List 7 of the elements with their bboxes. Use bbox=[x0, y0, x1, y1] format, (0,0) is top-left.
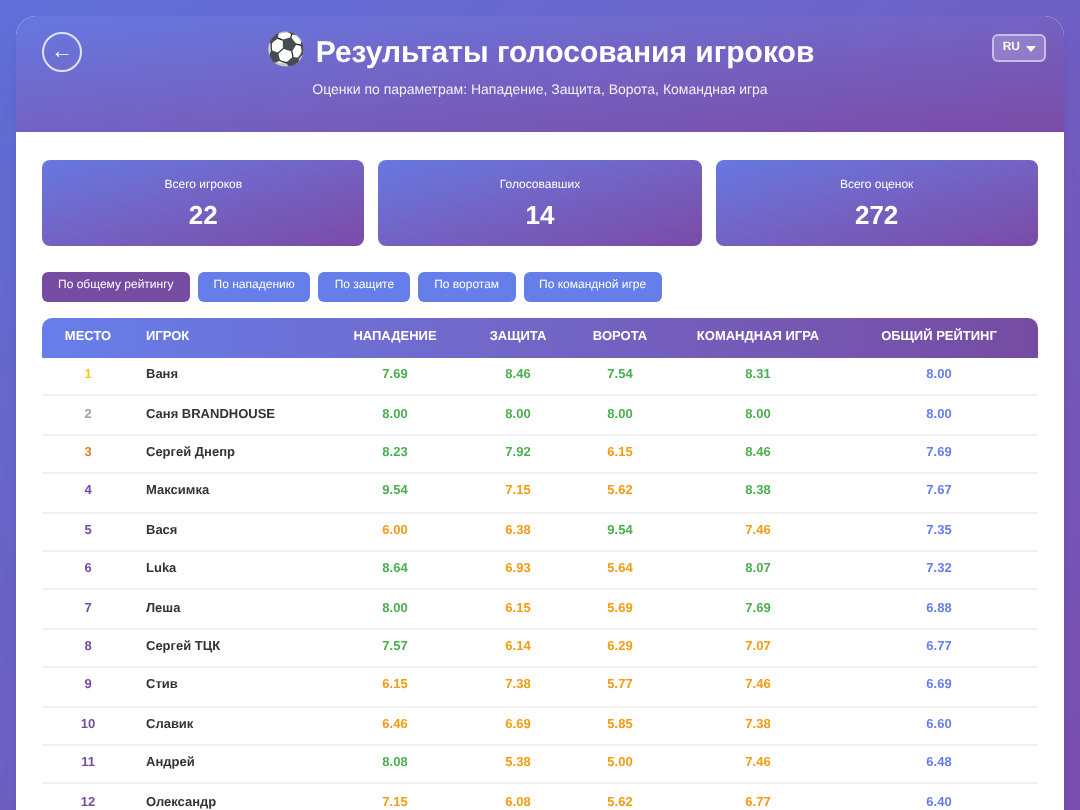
page-title: Результаты голосования игроков bbox=[315, 37, 815, 67]
stat-value: 22 bbox=[188, 202, 218, 228]
stat-value: 14 bbox=[525, 202, 555, 228]
caret-icon bbox=[1026, 45, 1036, 51]
stat-value: 272 bbox=[854, 202, 899, 228]
soccer-ball-icon: ⚽ bbox=[265, 36, 306, 68]
back-button[interactable]: ← bbox=[42, 32, 82, 72]
